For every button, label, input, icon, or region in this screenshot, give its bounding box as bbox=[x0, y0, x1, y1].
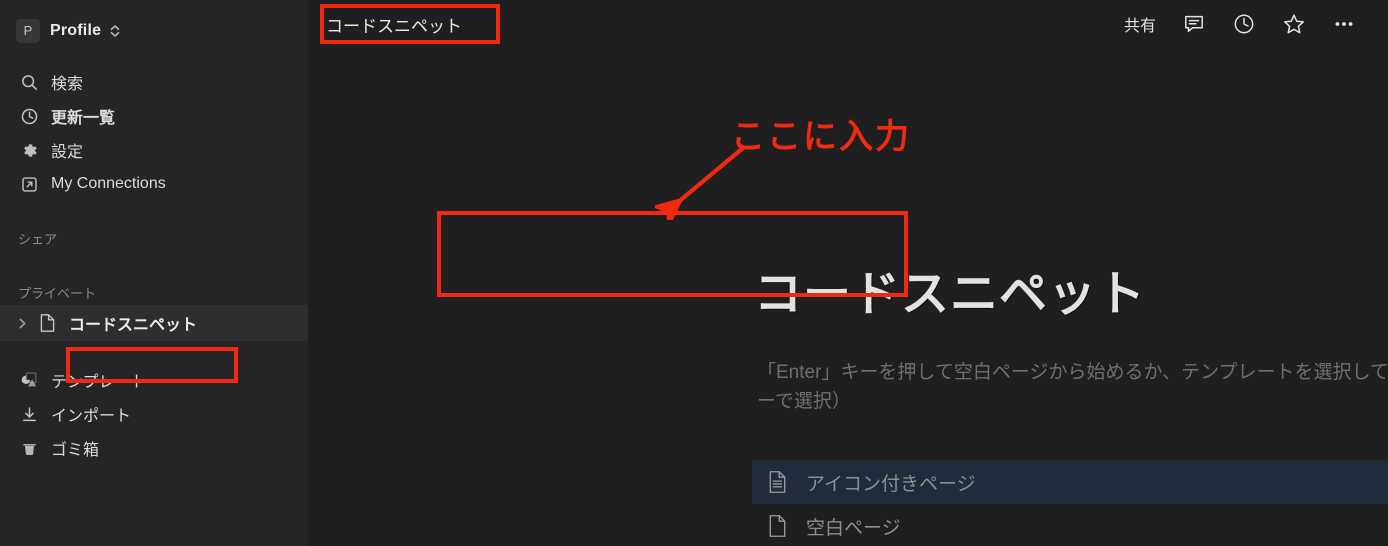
more-horizontal-icon[interactable] bbox=[1332, 9, 1356, 39]
breadcrumb-page-title[interactable]: コードスニペット bbox=[318, 8, 470, 41]
sidebar-section-private: プライベート bbox=[18, 285, 97, 301]
document-lines-icon bbox=[764, 470, 790, 494]
sidebar-item-templates[interactable]: テンプレート bbox=[8, 363, 300, 397]
sidebar-item-search[interactable]: 検索 bbox=[8, 65, 300, 99]
workspace-name: Profile bbox=[50, 22, 102, 39]
sidebar-bottom-nav: テンプレート インポート ゴミ箱 bbox=[0, 363, 308, 465]
external-link-icon bbox=[18, 175, 40, 194]
empty-page-hint: 「Enter」キーを押して空白ページから始めるか、テンプレートを選択してください… bbox=[757, 362, 1388, 413]
trash-icon bbox=[18, 439, 40, 458]
sidebar-item-label: 検索 bbox=[51, 76, 84, 93]
sidebar-item-label: ゴミ箱 bbox=[51, 442, 100, 459]
option-label: 空白ページ bbox=[806, 517, 901, 539]
comment-icon[interactable] bbox=[1182, 9, 1206, 39]
page-title[interactable]: コードスニペット bbox=[754, 266, 1146, 324]
main-content: コードスニペット 共有 コードスニペット 「Enter」キーを押して空白ページか… bbox=[308, 0, 1388, 546]
workspace-switcher[interactable]: P Profile bbox=[8, 11, 300, 51]
sidebar-item-label: My Connections bbox=[51, 175, 166, 192]
option-blank-page[interactable]: 空白ページ bbox=[752, 504, 1388, 546]
sidebar-item-label: 設定 bbox=[51, 144, 84, 161]
document-icon bbox=[36, 313, 58, 333]
sidebar-item-my-connections[interactable]: My Connections bbox=[8, 167, 300, 201]
history-clock-icon[interactable] bbox=[1232, 9, 1256, 39]
sidebar: P Profile 検索 更新一覧 設定 My Connections シェア … bbox=[0, 0, 308, 546]
import-icon bbox=[18, 405, 40, 424]
notion-window: P Profile 検索 更新一覧 設定 My Connections シェア … bbox=[0, 0, 1388, 546]
chevron-updown-icon bbox=[108, 23, 122, 39]
sidebar-item-label: 更新一覧 bbox=[51, 110, 116, 127]
top-bar: コードスニペット 共有 bbox=[308, 0, 1388, 48]
avatar: P bbox=[16, 19, 40, 43]
option-page-with-icon[interactable]: アイコン付きページ bbox=[752, 460, 1388, 504]
share-button[interactable]: 共有 bbox=[1124, 9, 1156, 39]
new-page-option-list: アイコン付きページ 空白ページ bbox=[752, 460, 1388, 546]
star-icon[interactable] bbox=[1282, 9, 1306, 39]
sidebar-item-trash[interactable]: ゴミ箱 bbox=[8, 431, 300, 465]
sidebar-page-code-snippet[interactable]: コードスニペット bbox=[0, 305, 308, 341]
sidebar-nav: 検索 更新一覧 設定 My Connections bbox=[0, 65, 308, 201]
search-icon bbox=[18, 73, 40, 92]
chevron-right-icon[interactable] bbox=[14, 317, 30, 330]
clock-icon bbox=[18, 107, 40, 126]
sidebar-item-import[interactable]: インポート bbox=[8, 397, 300, 431]
template-icon bbox=[18, 370, 40, 390]
sidebar-item-label: インポート bbox=[51, 408, 132, 425]
sidebar-item-label: テンプレート bbox=[51, 374, 147, 391]
document-blank-icon bbox=[764, 514, 790, 538]
sidebar-item-settings[interactable]: 設定 bbox=[8, 133, 300, 167]
option-label: アイコン付きページ bbox=[806, 473, 976, 495]
sidebar-page-label: コードスニペット bbox=[69, 317, 198, 334]
top-bar-actions: 共有 bbox=[1124, 9, 1372, 39]
sidebar-section-share: シェア bbox=[18, 231, 58, 247]
gear-icon bbox=[18, 141, 40, 160]
sidebar-item-updates[interactable]: 更新一覧 bbox=[8, 99, 300, 133]
